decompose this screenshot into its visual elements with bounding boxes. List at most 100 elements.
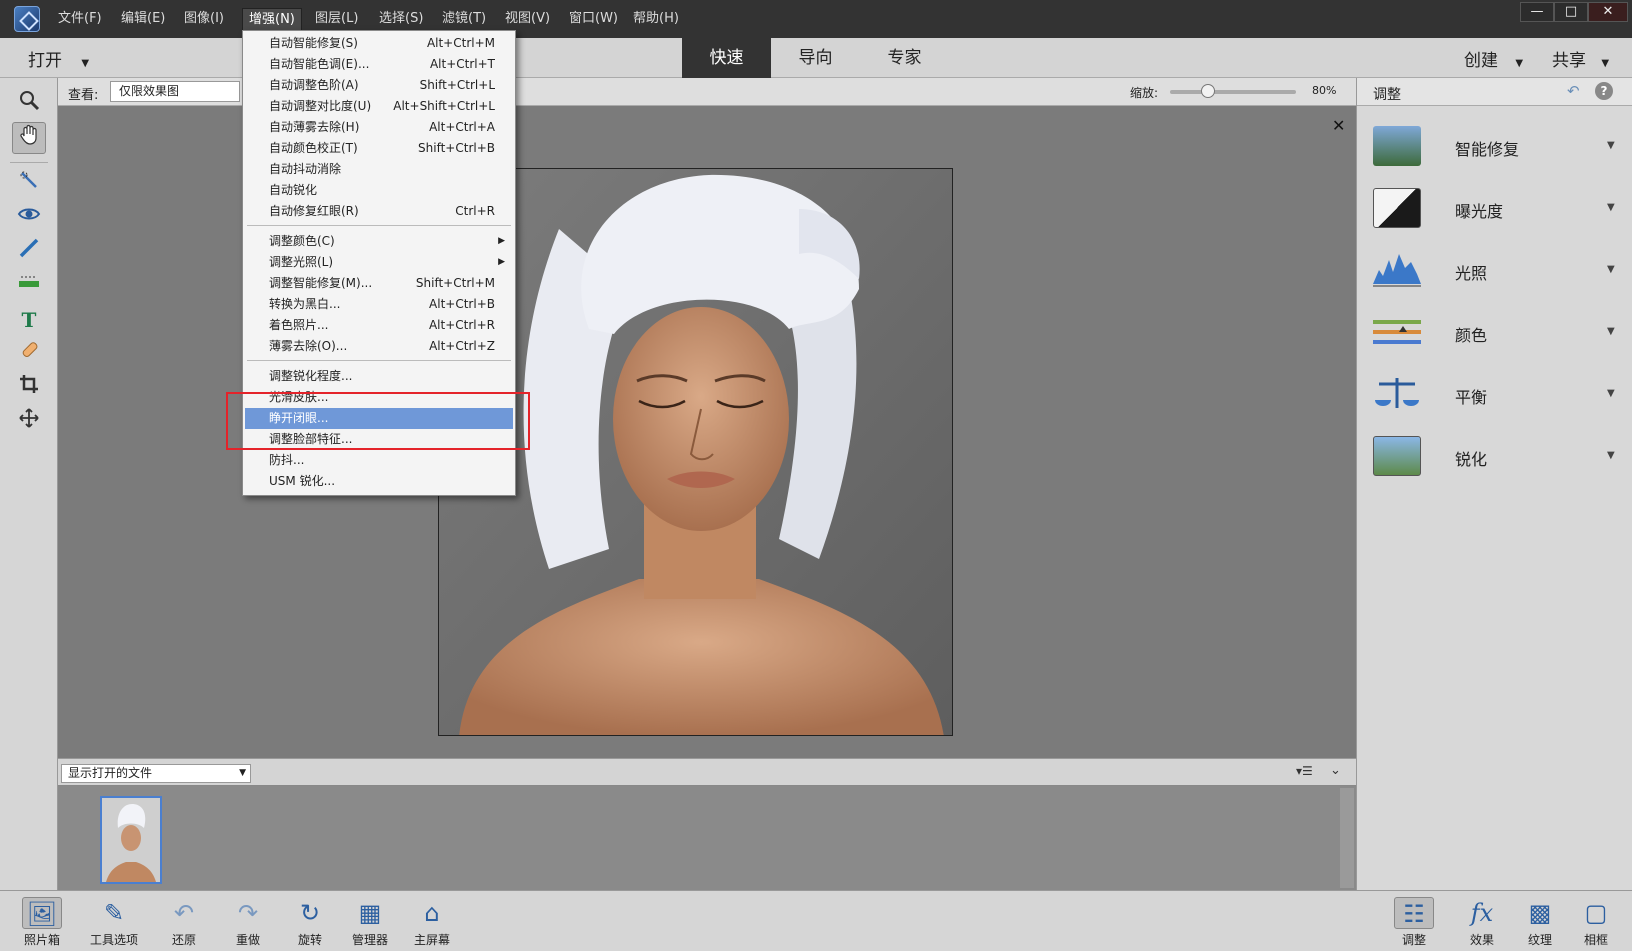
bin-options-icon[interactable]: ▾☰ <box>1296 764 1313 778</box>
frames-button[interactable]: ▢ 相框 <box>1566 891 1626 951</box>
menu-item-auto-sharpen[interactable]: 自动锐化 <box>245 180 513 201</box>
chevron-down-icon: ▼ <box>1515 58 1524 69</box>
bottom-label: 管理器 <box>351 933 388 947</box>
open-button[interactable]: 打开 ▼ <box>28 46 89 71</box>
adjust-sharpen[interactable]: 锐化 ▼ <box>1357 426 1632 488</box>
create-menu[interactable]: 创建 ▼ <box>1464 46 1523 71</box>
menu-item-auto-red-eye-fix[interactable]: 自动修复红眼(R) Ctrl+R <box>245 201 513 222</box>
menu-item-shake-reduction[interactable]: 防抖... <box>245 450 513 471</box>
app-logo-icon <box>14 6 40 32</box>
collapse-bin-icon[interactable]: ⌄ <box>1330 763 1341 778</box>
bottom-label: 纹理 <box>1527 933 1552 947</box>
close-document-icon[interactable]: ✕ <box>1332 116 1345 135</box>
menu-view[interactable]: 视图(V) <box>499 8 556 30</box>
zoom-value: 80% <box>1312 84 1337 97</box>
red-eye-tool-icon[interactable] <box>12 202 46 234</box>
home-icon: ⌂ <box>424 899 440 927</box>
menu-item-auto-color-correction[interactable]: 自动颜色校正(T) Shift+Ctrl+B <box>245 138 513 159</box>
menu-item-adjust-smart-fix[interactable]: 调整智能修复(M)... Shift+Ctrl+M <box>245 273 513 294</box>
chevron-down-icon: ▼ <box>1607 202 1615 213</box>
redo-button[interactable]: ↷ 重做 <box>218 891 278 951</box>
view-select-value: 仅限效果图 <box>119 84 180 98</box>
photo-bin-icon: 🖼 <box>22 897 62 929</box>
menu-item-auto-smart-tone[interactable]: 自动智能色调(E)... Alt+Ctrl+T <box>245 54 513 75</box>
menu-item-auto-smart-fix[interactable]: 自动智能修复(S) Alt+Ctrl+M <box>245 33 513 54</box>
bottom-task-bar: 🖼 照片箱 ✎ 工具选项 ↶ 还原 ↷ 重做 ↻ 旋转 ▦ 管理器 ⌂ 主屏幕 … <box>0 890 1632 951</box>
home-screen-button[interactable]: ⌂ 主屏幕 <box>402 891 462 951</box>
zoom-slider-handle[interactable] <box>1200 84 1215 98</box>
annotation-highlight-box <box>226 392 530 450</box>
rotate-button[interactable]: ↻ 旋转 <box>280 891 340 951</box>
menu-item-auto-shake-reduction[interactable]: 自动抖动消除 <box>245 159 513 180</box>
view-select[interactable]: 仅限效果图 <box>110 81 240 102</box>
minimize-button[interactable]: — <box>1520 2 1554 22</box>
menu-enhance[interactable]: 增强(N) <box>242 8 302 30</box>
quick-selection-tool-icon[interactable] <box>12 168 46 200</box>
menu-item-unsharp-mask[interactable]: USM 锐化... <box>245 471 513 492</box>
straighten-tool-icon[interactable] <box>12 270 46 302</box>
help-icon[interactable]: ? <box>1595 82 1613 100</box>
close-window-button[interactable]: ✕ <box>1588 2 1628 22</box>
reset-icon[interactable]: ↶ <box>1567 82 1580 100</box>
menu-item-haze-removal[interactable]: 薄雾去除(O)... Alt+Ctrl+Z <box>245 336 513 357</box>
menu-image[interactable]: 图像(I) <box>178 8 230 30</box>
adjust-lighting[interactable]: 光照 ▼ <box>1357 240 1632 302</box>
menu-item-auto-haze-removal[interactable]: 自动薄雾去除(H) Alt+Ctrl+A <box>245 117 513 138</box>
adjust-smart-fix[interactable]: 智能修复 ▼ <box>1357 116 1632 178</box>
photo-bin-button[interactable]: 🖼 照片箱 <box>12 891 72 951</box>
spot-healing-tool-icon[interactable] <box>12 338 46 370</box>
adjust-label: 智能修复 <box>1455 140 1520 159</box>
menu-item-adjust-lighting[interactable]: 调整光照(L) ▶ <box>245 252 513 273</box>
bin-source-select[interactable]: 显示打开的文件 ▼ <box>61 764 251 783</box>
tool-options-button[interactable]: ✎ 工具选项 <box>84 891 144 951</box>
menu-layer[interactable]: 图层(L) <box>309 8 364 30</box>
sharpen-icon <box>1373 436 1421 476</box>
type-tool-icon[interactable]: T <box>12 304 46 336</box>
menu-filter[interactable]: 滤镜(T) <box>436 8 492 30</box>
chevron-down-icon: ▼ <box>1601 58 1610 69</box>
menu-file[interactable]: 文件(F) <box>52 8 108 30</box>
view-label: 查看: <box>68 88 99 103</box>
photo-thumbnail[interactable] <box>100 796 162 884</box>
bin-scrollbar[interactable] <box>1340 788 1354 888</box>
hand-tool-icon[interactable] <box>12 122 46 154</box>
undo-button[interactable]: ↶ 还原 <box>154 891 214 951</box>
tab-expert[interactable]: 专家 <box>860 38 949 78</box>
color-sliders-icon <box>1373 312 1421 352</box>
adjust-color[interactable]: 颜色 ▼ <box>1357 302 1632 364</box>
menu-window[interactable]: 窗口(W) <box>563 8 624 30</box>
zoom-label: 缩放: <box>1130 86 1159 100</box>
bottom-label: 主屏幕 <box>413 933 450 947</box>
menu-item-adjust-sharpness[interactable]: 调整锐化程度... <box>245 366 513 387</box>
menu-item-adjust-color[interactable]: 调整颜色(C) ▶ <box>245 231 513 252</box>
menu-item-colorize-photo[interactable]: 着色照片... Alt+Ctrl+R <box>245 315 513 336</box>
menu-item-convert-bw[interactable]: 转换为黑白... Alt+Ctrl+B <box>245 294 513 315</box>
effects-button[interactable]: fx 效果 <box>1452 891 1512 951</box>
adjustments-button[interactable]: ☷ 调整 <box>1384 891 1444 951</box>
crop-tool-icon[interactable] <box>12 372 46 404</box>
zoom-tool-icon[interactable] <box>12 88 46 120</box>
menu-edit[interactable]: 编辑(E) <box>115 8 171 30</box>
share-menu[interactable]: 共享 ▼ <box>1552 46 1609 71</box>
adjust-label: 平衡 <box>1455 388 1488 407</box>
menu-item-auto-contrast[interactable]: 自动调整对比度(U) Alt+Shift+Ctrl+L <box>245 96 513 117</box>
divider <box>10 162 48 163</box>
textures-button[interactable]: ▩ 纹理 <box>1510 891 1570 951</box>
adjust-balance[interactable]: 平衡 ▼ <box>1357 364 1632 426</box>
organizer-button[interactable]: ▦ 管理器 <box>340 891 400 951</box>
maximize-button[interactable]: □ <box>1554 2 1588 22</box>
bottom-label: 效果 <box>1469 933 1494 947</box>
tab-quick[interactable]: 快速 <box>682 38 771 78</box>
whiten-teeth-tool-icon[interactable] <box>12 236 46 268</box>
menu-help[interactable]: 帮助(H) <box>627 8 685 30</box>
smart-fix-icon <box>1373 126 1421 166</box>
adjust-exposure[interactable]: 曝光度 ▼ <box>1357 178 1632 240</box>
zoom-slider[interactable] <box>1170 90 1296 94</box>
tab-guided[interactable]: 导向 <box>771 38 860 78</box>
bottom-label: 旋转 <box>297 933 322 947</box>
frame-icon: ▢ <box>1584 899 1608 927</box>
menu-item-auto-levels[interactable]: 自动调整色阶(A) Shift+Ctrl+L <box>245 75 513 96</box>
move-tool-icon[interactable] <box>12 406 46 438</box>
menu-select[interactable]: 选择(S) <box>373 8 429 30</box>
rotate-icon: ↻ <box>299 899 321 927</box>
